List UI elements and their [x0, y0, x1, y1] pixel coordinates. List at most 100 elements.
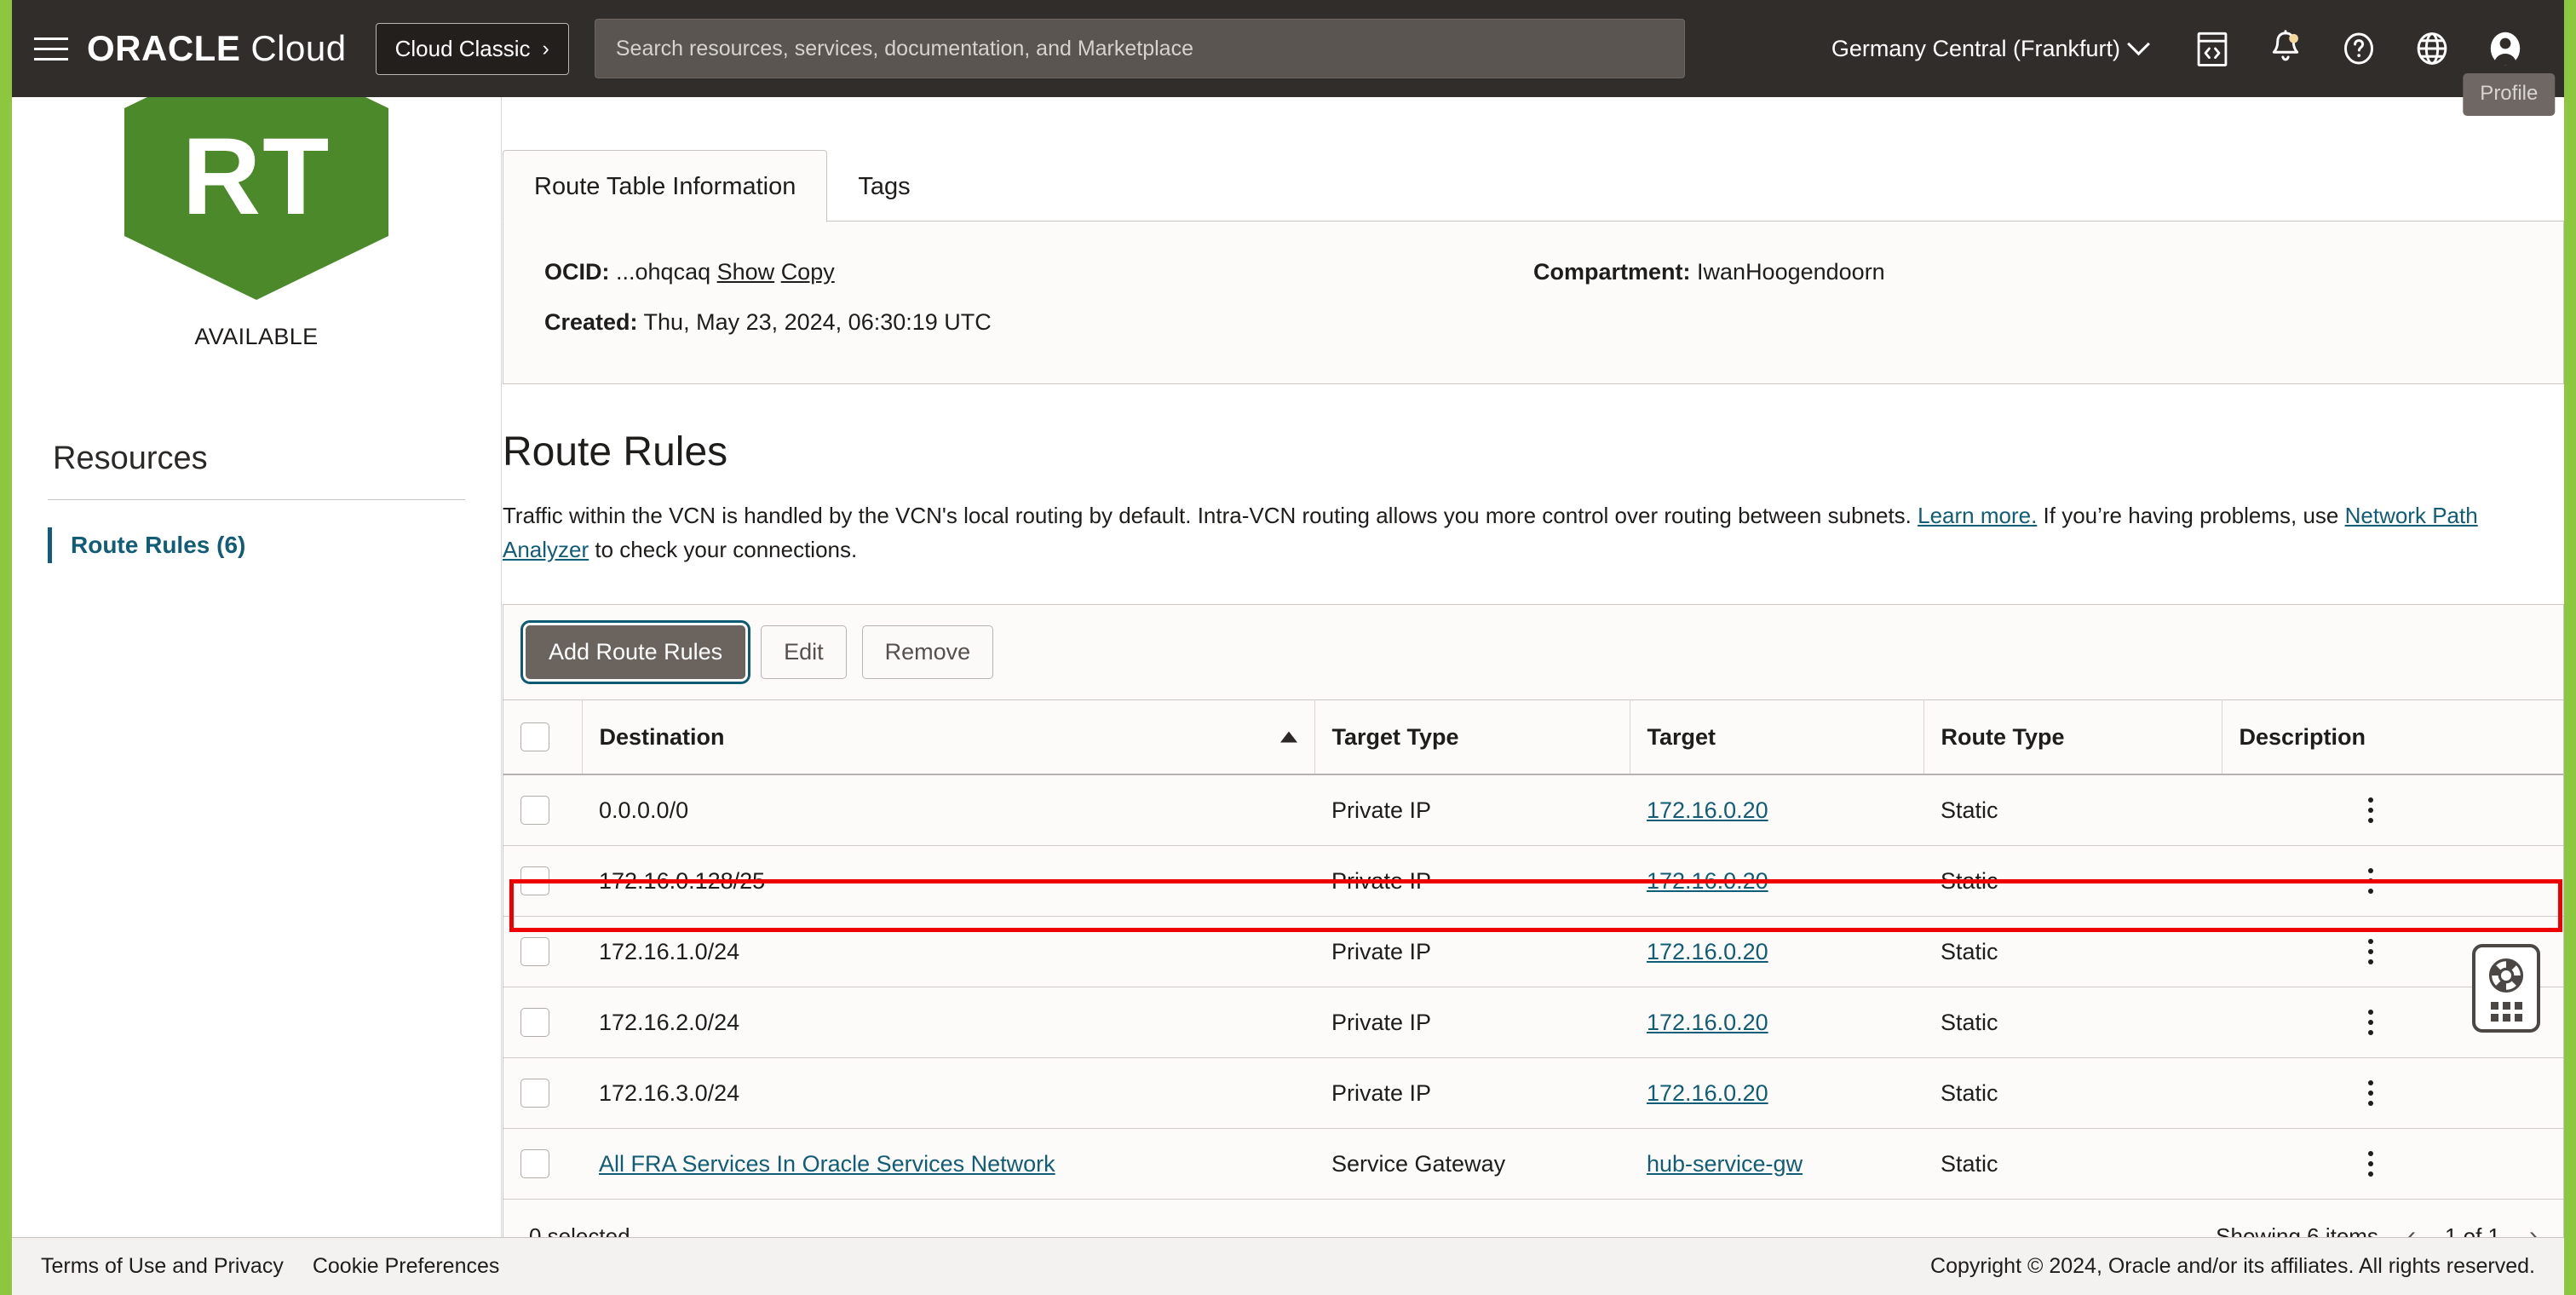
- hamburger-menu-icon[interactable]: [27, 25, 75, 72]
- row-actions-kebab-icon[interactable]: [2199, 1151, 2541, 1177]
- pagination-next-button[interactable]: ›: [2529, 1222, 2538, 1237]
- destination-text: 0.0.0.0/0: [599, 797, 688, 823]
- language-globe-icon[interactable]: [2395, 0, 2469, 97]
- brand-cloud-text: Cloud: [250, 28, 346, 69]
- tab-tags[interactable]: Tags: [827, 151, 940, 222]
- support-help-widget[interactable]: [2472, 944, 2540, 1033]
- remove-button[interactable]: Remove: [862, 625, 994, 679]
- row-checkbox[interactable]: [520, 866, 549, 895]
- status-badge: AVAILABLE: [48, 324, 465, 350]
- select-all-header: [503, 700, 582, 775]
- help-icon[interactable]: [2322, 0, 2395, 97]
- target-link[interactable]: 172.16.0.20: [1647, 939, 1768, 964]
- region-selector[interactable]: Germany Central (Frankfurt): [1831, 36, 2176, 62]
- target-link[interactable]: hub-service-gw: [1647, 1151, 1803, 1177]
- table-row[interactable]: 172.16.2.0/24 Private IP 172.16.0.20 Static: [503, 987, 2563, 1058]
- cloud-classic-button[interactable]: Cloud Classic ›: [376, 23, 569, 75]
- footer-links: Terms of Use and Privacy Cookie Preferen…: [41, 1254, 499, 1279]
- cloud-classic-label: Cloud Classic: [395, 36, 531, 62]
- target-link[interactable]: 172.16.0.20: [1647, 868, 1768, 894]
- table-row[interactable]: 172.16.3.0/24 Private IP 172.16.0.20 Static: [503, 1058, 2563, 1129]
- column-label: Target: [1647, 724, 1716, 750]
- page-footer: Terms of Use and Privacy Cookie Preferen…: [12, 1237, 2564, 1295]
- table-row[interactable]: 172.16.0.128/25Private IP172.16.0.20Stat…: [503, 846, 2563, 917]
- cell-target-type: Private IP: [1314, 987, 1630, 1058]
- profile-avatar-icon[interactable]: Profile: [2469, 0, 2542, 97]
- cell-route-type: Static: [1923, 1058, 2222, 1129]
- destination-text: 172.16.2.0/24: [599, 1010, 739, 1035]
- row-checkbox[interactable]: [520, 1008, 549, 1037]
- cell-destination: 172.16.1.0/24: [582, 917, 1314, 987]
- active-accent-bar: [48, 527, 52, 563]
- ocid-copy-link[interactable]: Copy: [781, 259, 835, 285]
- resources-divider: [48, 499, 465, 500]
- row-checkbox[interactable]: [520, 1149, 549, 1178]
- cell-destination: 0.0.0.0/0: [582, 774, 1314, 846]
- column-header-destination[interactable]: Destination: [582, 700, 1314, 775]
- life-preserver-icon: [2487, 956, 2526, 995]
- desc-part-1: Traffic within the VCN is handled by the…: [503, 503, 1918, 528]
- ocid-show-link[interactable]: Show: [717, 259, 775, 285]
- sidebar-item-label: Route Rules (6): [71, 532, 245, 559]
- cell-route-type: Static: [1923, 987, 2222, 1058]
- row-actions-kebab-icon[interactable]: [2199, 868, 2541, 894]
- table-row[interactable]: All FRA Services In Oracle Services Netw…: [503, 1129, 2563, 1200]
- info-column-left: OCID: ...ohqcaq Show Copy Created: Thu, …: [544, 259, 1533, 336]
- cell-target: 172.16.0.20: [1630, 987, 1923, 1058]
- destination-link[interactable]: All FRA Services In Oracle Services Netw…: [599, 1151, 1055, 1177]
- ocid-row: OCID: ...ohqcaq Show Copy: [544, 259, 1533, 285]
- column-header-target-type[interactable]: Target Type: [1314, 700, 1630, 775]
- oracle-cloud-logo[interactable]: ORACLE Cloud: [87, 28, 347, 69]
- column-header-route-type[interactable]: Route Type: [1923, 700, 2222, 775]
- page-rail-left: [0, 0, 12, 1295]
- terms-of-use-link[interactable]: Terms of Use and Privacy: [41, 1254, 284, 1279]
- column-header-description[interactable]: Description: [2222, 700, 2563, 775]
- cell-route-type: Static: [1923, 846, 2222, 917]
- row-actions-kebab-icon[interactable]: [2199, 797, 2541, 823]
- info-column-right: Compartment: IwanHoogendoorn: [1533, 259, 2522, 336]
- tab-route-table-information[interactable]: Route Table Information: [503, 150, 827, 222]
- column-header-target[interactable]: Target: [1630, 700, 1923, 775]
- row-checkbox[interactable]: [520, 1079, 549, 1108]
- table-row[interactable]: 172.16.1.0/24Private IP172.16.0.20Static: [503, 917, 2563, 987]
- row-select-cell: [503, 987, 582, 1058]
- row-checkbox[interactable]: [520, 937, 549, 966]
- sidebar-item-route-rules[interactable]: Route Rules (6): [48, 527, 465, 563]
- route-table-information-panel: OCID: ...ohqcaq Show Copy Created: Thu, …: [503, 222, 2564, 384]
- cookie-preferences-link[interactable]: Cookie Preferences: [313, 1254, 500, 1279]
- code-editor-icon[interactable]: [2176, 0, 2249, 97]
- pagination: Showing 6 items ‹ 1 of 1 ›: [2216, 1222, 2538, 1237]
- row-checkbox[interactable]: [520, 796, 549, 825]
- cell-description: [2222, 774, 2563, 846]
- notifications-bell-icon[interactable]: [2249, 0, 2322, 97]
- row-select-cell: [503, 774, 582, 846]
- target-link[interactable]: 172.16.0.20: [1647, 797, 1768, 823]
- compartment-row: Compartment: IwanHoogendoorn: [1533, 259, 2522, 285]
- target-link[interactable]: 172.16.0.20: [1647, 1010, 1768, 1035]
- route-rules-description: Traffic within the VCN is handled by the…: [503, 499, 2487, 567]
- global-search-box[interactable]: [595, 19, 1685, 78]
- pagination-prev-button[interactable]: ‹: [2407, 1222, 2416, 1237]
- brand-oracle-text: ORACLE: [87, 28, 240, 69]
- tab-label: Route Table Information: [534, 173, 796, 200]
- cell-target: 172.16.0.20: [1630, 846, 1923, 917]
- cell-target: hub-service-gw: [1630, 1129, 1923, 1200]
- search-input[interactable]: [616, 37, 1664, 61]
- select-all-checkbox[interactable]: [520, 722, 549, 751]
- pagination-page-text: 1 of 1: [2445, 1223, 2500, 1237]
- target-link[interactable]: 172.16.0.20: [1647, 1080, 1768, 1106]
- showing-items-text: Showing 6 items: [2216, 1223, 2378, 1237]
- detail-tabs: Route Table Information Tags: [503, 150, 2564, 222]
- region-label: Germany Central (Frankfurt): [1831, 36, 2120, 62]
- row-actions-kebab-icon[interactable]: [2199, 1080, 2541, 1106]
- add-route-rules-button[interactable]: Add Route Rules: [526, 625, 745, 679]
- edit-button[interactable]: Edit: [761, 625, 847, 679]
- cell-target: 172.16.0.20: [1630, 1058, 1923, 1129]
- row-select-cell: [503, 917, 582, 987]
- cell-target-type: Private IP: [1314, 1058, 1630, 1129]
- table-row[interactable]: 0.0.0.0/0Private IP172.16.0.20Static: [503, 774, 2563, 846]
- top-navigation-bar: ORACLE Cloud Cloud Classic › Germany Cen…: [12, 0, 2564, 97]
- learn-more-link[interactable]: Learn more.: [1918, 503, 2037, 528]
- destination-text: 172.16.3.0/24: [599, 1080, 739, 1106]
- cell-description: [2222, 1058, 2563, 1129]
